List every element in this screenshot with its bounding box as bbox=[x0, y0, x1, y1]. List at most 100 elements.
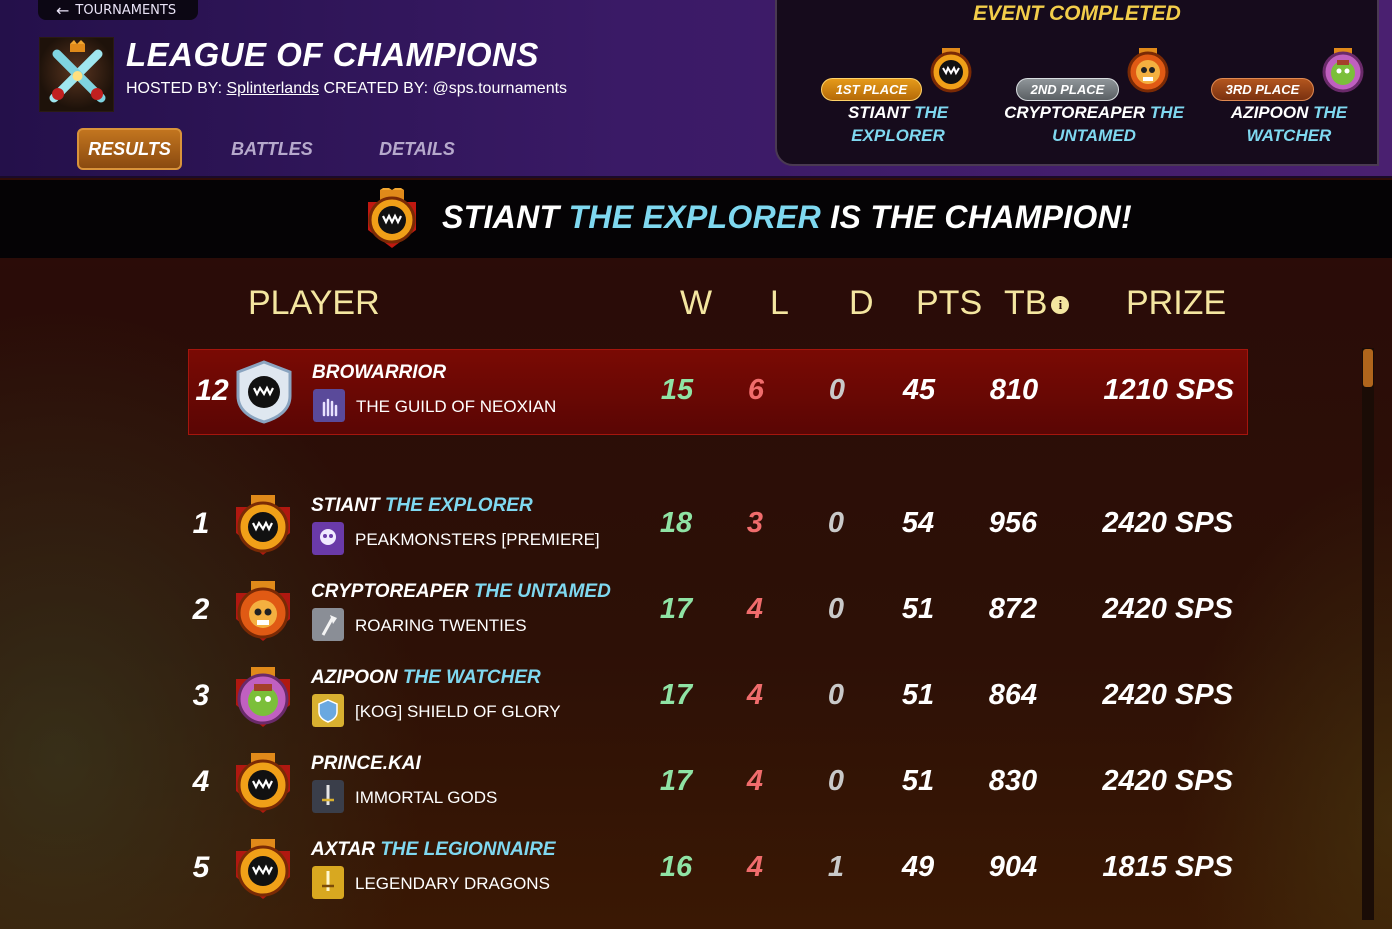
points: 49 bbox=[901, 851, 935, 883]
back-to-tournaments-link[interactable]: ← TOURNAMENTS bbox=[38, 0, 198, 20]
prize: 1815 SPS bbox=[1102, 851, 1233, 883]
points: 51 bbox=[901, 765, 935, 797]
first-place-badge: 1ST PLACE bbox=[820, 78, 923, 101]
losses: 3 bbox=[746, 507, 764, 539]
header-points: PTS bbox=[916, 284, 983, 322]
player-name-text: AZIPOON bbox=[311, 667, 398, 688]
player-name: PRINCE.KAI bbox=[311, 753, 421, 775]
draws: 0 bbox=[827, 593, 845, 625]
champion-announcement: STIANT THE EXPLORER IS THE CHAMPION! bbox=[442, 199, 1132, 236]
header-tiebreaker: TB i bbox=[1004, 284, 1070, 323]
guild-dragon-sword-icon bbox=[312, 866, 344, 899]
tiebreaker: 956 bbox=[988, 507, 1038, 539]
player-title: THE UNTAMED bbox=[473, 581, 611, 602]
guild-sword-icon bbox=[312, 780, 344, 813]
host-link[interactable]: Splinterlands bbox=[226, 80, 319, 97]
goblin-face-icon bbox=[236, 667, 290, 727]
header-wins: W bbox=[680, 284, 713, 322]
third-place: 3RD PLACE AZIPOON THE WATCHER bbox=[1194, 40, 1384, 147]
player-title: THE EXPLORER bbox=[384, 495, 533, 516]
player-name-text: STIANT bbox=[311, 495, 380, 516]
player-name: STIANT THE EXPLORER bbox=[311, 495, 533, 517]
prize: 2420 SPS bbox=[1102, 507, 1233, 539]
third-place-name: AZIPOON bbox=[1230, 103, 1309, 122]
wins: 17 bbox=[659, 765, 693, 797]
losses: 6 bbox=[747, 374, 765, 406]
header-prize: PRIZE bbox=[1126, 284, 1227, 322]
prize: 1210 SPS bbox=[1103, 374, 1234, 406]
first-place-name: STIANT bbox=[847, 103, 910, 122]
info-icon[interactable]: i bbox=[1051, 296, 1070, 315]
fanged-crest-icon bbox=[236, 839, 290, 899]
wins: 16 bbox=[659, 851, 693, 883]
header-draws: D bbox=[849, 284, 874, 322]
event-completed-panel: EVENT COMPLETED 1ST PLACE STIANT THE EXP… bbox=[775, 0, 1379, 166]
tournament-title: LEAGUE OF CHAMPIONS bbox=[126, 36, 539, 73]
tiebreaker: 830 bbox=[988, 765, 1038, 797]
losses: 4 bbox=[746, 593, 764, 625]
second-place-badge: 2ND PLACE bbox=[1015, 78, 1120, 101]
wins: 17 bbox=[659, 593, 693, 625]
draws: 1 bbox=[827, 851, 845, 883]
tab-details[interactable]: DETAILS bbox=[362, 128, 472, 170]
goblin-face-icon bbox=[1322, 48, 1364, 93]
guild-name: ROARING TWENTIES bbox=[355, 616, 527, 635]
header-player: PLAYER bbox=[248, 284, 380, 322]
prize: 2420 SPS bbox=[1102, 765, 1233, 797]
tiebreaker: 864 bbox=[988, 679, 1038, 711]
points: 51 bbox=[901, 679, 935, 711]
rank: 2 bbox=[192, 593, 210, 626]
tab-battles[interactable]: BATTLES bbox=[182, 128, 362, 170]
tab-results[interactable]: RESULTS bbox=[77, 128, 182, 170]
guild-hand-icon bbox=[313, 389, 345, 422]
tiebreaker: 872 bbox=[988, 593, 1038, 625]
losses: 4 bbox=[746, 679, 764, 711]
table-row[interactable]: 3 AZIPOON THE WATCHER [KOG] SHIELD OF GL… bbox=[188, 655, 1248, 741]
hosted-by-label: HOSTED BY: bbox=[126, 80, 223, 97]
fanged-crest-icon bbox=[236, 495, 290, 555]
points: 51 bbox=[901, 593, 935, 625]
third-place-badge: 3RD PLACE bbox=[1210, 78, 1315, 101]
wins: 17 bbox=[659, 679, 693, 711]
tournament-header: ← TOURNAMENTS LEAGUE OF CHAMPIONS HOSTED… bbox=[0, 0, 1392, 178]
prize: 2420 SPS bbox=[1102, 679, 1233, 711]
losses: 4 bbox=[746, 851, 764, 883]
rank: 12 bbox=[195, 374, 229, 407]
draws: 0 bbox=[827, 507, 845, 539]
table-row[interactable]: 2 CRYPTOREAPER THE UNTAMED ROARING TWENT… bbox=[188, 569, 1248, 655]
rank: 1 bbox=[192, 507, 210, 540]
losses: 4 bbox=[746, 765, 764, 797]
table-row[interactable]: 5 AXTAR THE LEGIONNAIRE LEGENDARY DRAGON… bbox=[188, 827, 1248, 913]
guild-name: [KOG] SHIELD OF GLORY bbox=[355, 702, 561, 721]
rank: 4 bbox=[192, 765, 210, 798]
table-row[interactable]: 1 STIANT THE EXPLORER PEAKMONSTERS [PREM… bbox=[188, 483, 1248, 569]
champion-title: THE EXPLORER bbox=[568, 199, 822, 235]
wins: 15 bbox=[660, 374, 694, 406]
prize: 2420 SPS bbox=[1102, 593, 1233, 625]
rank: 3 bbox=[192, 679, 210, 712]
table-row[interactable]: 4 PRINCE.KAI IMMORTAL GODS 17 4 0 51 830… bbox=[188, 741, 1248, 827]
scrollbar-track[interactable] bbox=[1362, 348, 1374, 920]
second-place: 2ND PLACE CRYPTOREAPER THE UNTAMED bbox=[999, 40, 1189, 147]
back-link-label: TOURNAMENTS bbox=[75, 2, 177, 18]
player-name: AZIPOON THE WATCHER bbox=[311, 667, 541, 689]
tiebreaker: 904 bbox=[988, 851, 1038, 883]
player-name-text: PRINCE.KAI bbox=[311, 753, 421, 774]
player-name-text: AXTAR bbox=[311, 839, 376, 860]
wins: 18 bbox=[659, 507, 693, 539]
guild-name: PEAKMONSTERS [PREMIERE] bbox=[355, 530, 600, 549]
draws: 0 bbox=[827, 679, 845, 711]
player-name-text: CRYPTOREAPER bbox=[311, 581, 469, 602]
tournament-tabs: RESULTS BATTLES DETAILS bbox=[77, 128, 472, 170]
draws: 0 bbox=[828, 374, 846, 406]
current-player-row[interactable]: 12 BROWARRIOR THE GUILD OF NEOXIAN 15 6 … bbox=[188, 349, 1248, 435]
scrollbar-thumb[interactable] bbox=[1363, 349, 1373, 387]
guild-name: THE GUILD OF NEOXIAN bbox=[356, 397, 557, 416]
flaming-skull-icon bbox=[236, 581, 290, 641]
champion-name: STIANT bbox=[442, 199, 560, 235]
tournament-logo bbox=[39, 37, 114, 112]
points: 54 bbox=[901, 507, 935, 539]
player-title: THE LEGIONNAIRE bbox=[380, 839, 556, 860]
created-by-label: CREATED BY: bbox=[323, 80, 429, 97]
event-status-title: EVENT COMPLETED bbox=[973, 2, 1181, 25]
